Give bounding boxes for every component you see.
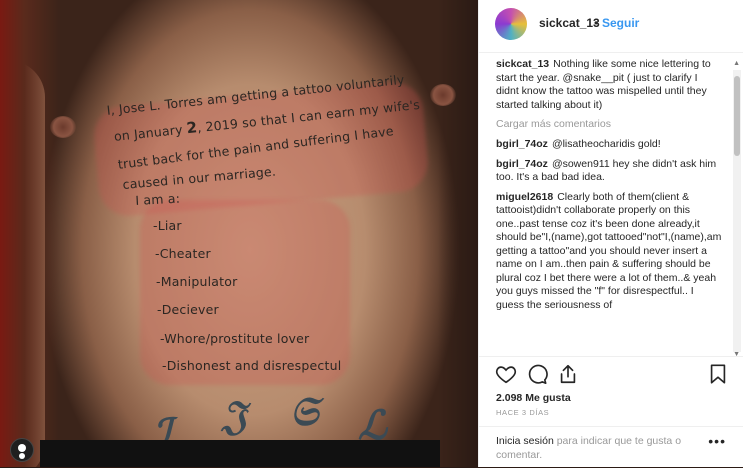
login-link[interactable]: Inicia sesión [496,435,554,447]
more-options-icon[interactable]: ••• [708,433,726,449]
share-icon[interactable] [557,363,579,385]
user-tag-icon[interactable] [10,438,34,462]
comment-username[interactable]: bgirl_74oz [496,138,548,150]
comment-username[interactable]: bgirl_74oz [496,158,548,170]
post-timestamp: HACE 3 DÍAS [496,408,550,417]
load-more-comments-button[interactable]: Cargar más comentarios [496,118,732,130]
action-bar [479,356,743,389]
tattoo-line-part: on January [113,121,188,144]
comment-item: bgirl_74oz @sowen911 hey she didn't ask h… [496,158,722,185]
caption: sickcat_13 Nothing like some nice letteri… [496,58,722,112]
comment-text: @lisatheocharidis gold! [551,138,661,150]
comment-username[interactable]: miguel2618 [496,191,553,203]
heart-icon[interactable] [495,363,517,385]
gothic-letter-tattoo: 𝔖 [290,388,319,435]
comment-icon[interactable] [526,363,548,385]
gothic-letter-tattoo: 𝔍 [222,392,247,439]
bookmark-icon[interactable] [707,363,729,385]
username-link[interactable]: sickcat_13 [539,16,600,30]
caption-username[interactable]: sickcat_13 [496,58,549,70]
comment-item: miguel2618 Clearly both of them(client & … [496,191,722,313]
tattoo-list-item: -Deciever [157,302,219,317]
tattoo-list-item: -Liar [153,218,182,233]
follow-button[interactable]: Seguir [602,16,639,30]
comments-scrollbar[interactable] [733,70,741,352]
shorts [40,440,440,467]
scrollbar-thumb[interactable] [734,76,740,156]
comment-text: Clearly both of them(client & tattooist)… [496,190,722,311]
tattoo-list-item: -Dishonest and disrespectul [162,358,342,373]
login-prompt: Inicia sesión para indicar que te gusta … [479,426,743,468]
tattoo-list-item: -Whore/prostitute lover [160,331,310,346]
post-side-panel: sickcat_13 • Seguir sickcat_13 Nothing li… [478,0,743,467]
likes-count[interactable]: 2.098 Me gusta [496,392,571,404]
tattoo-line: I am a: [135,190,181,208]
comments-list[interactable]: sickcat_13 Nothing like some nice letteri… [479,58,732,354]
post-header: sickcat_13 • Seguir [479,0,743,53]
comment-item: bgirl_74oz @lisatheocharidis gold! [496,138,722,152]
tattoo-list-item: -Manipulator [156,274,238,289]
tattoo-list-item: -Cheater [155,246,211,261]
scroll-up-arrow-icon[interactable]: ▲ [733,60,740,67]
avatar-icon[interactable] [495,8,527,40]
separator-dot: • [594,16,599,30]
post-photo[interactable]: I, Jose L. Torres am getting a tattoo vo… [0,0,478,467]
login-text: Inicia sesión para indicar que te gusta … [496,434,696,462]
